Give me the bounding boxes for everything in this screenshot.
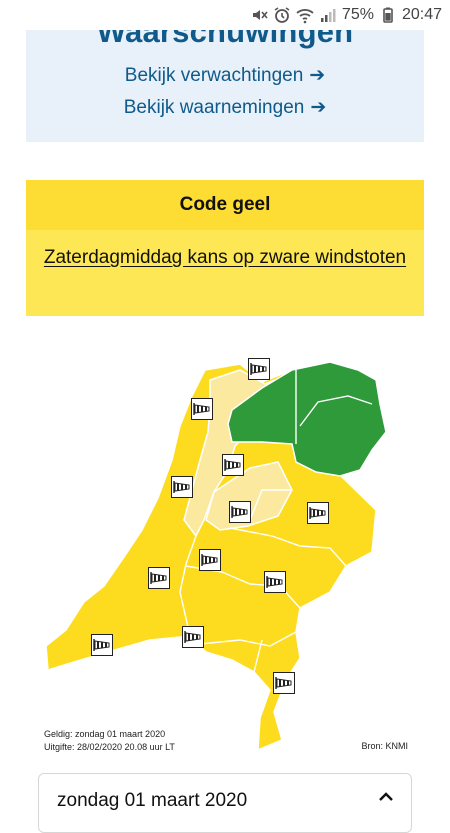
warning-map[interactable] [0, 340, 450, 760]
windsock-icon[interactable] [91, 634, 113, 656]
battery-percentage: 75% [341, 6, 374, 23]
arrow-right-icon: ➔ [309, 65, 326, 86]
status-bar: 75% 20:47 [0, 0, 450, 30]
chevron-up-icon[interactable] [377, 788, 395, 806]
windsock-icon[interactable] [273, 672, 295, 694]
warning-code-label: Code geel [26, 180, 424, 230]
date-selector[interactable]: zondag 01 maart 2020 [38, 773, 412, 833]
wifi-icon [296, 6, 314, 24]
windsock-icon[interactable] [229, 501, 251, 523]
windsock-icon[interactable] [171, 476, 193, 498]
warning-description-link[interactable]: Zaterdagmiddag kans op zware windstoten [26, 230, 424, 316]
alarm-icon [273, 6, 291, 24]
map-source: Bron: KNMI [361, 741, 408, 751]
forecast-link[interactable]: Bekijk verwachtingen ➔ [26, 64, 424, 87]
windsock-icon[interactable] [222, 454, 244, 476]
battery-icon [379, 6, 397, 24]
netherlands-map-svg [45, 361, 387, 752]
windsock-icon[interactable] [182, 626, 204, 648]
map-issued-date: Uitgifte: 28/02/2020 20.08 uur LT [44, 742, 175, 752]
warning-card: Code geel Zaterdagmiddag kans op zware w… [26, 180, 424, 316]
observations-link[interactable]: Bekijk waarnemingen ➔ [26, 96, 424, 119]
windsock-icon[interactable] [307, 502, 329, 524]
forecast-link-label: Bekijk verwachtingen [124, 65, 304, 86]
map-valid-date: Geldig: zondag 01 maart 2020 [44, 729, 166, 739]
date-selector-label: zondag 01 maart 2020 [57, 790, 248, 811]
windsock-icon[interactable] [264, 571, 286, 593]
windsock-icon[interactable] [199, 549, 221, 571]
clock: 20:47 [401, 6, 442, 23]
warning-description: Zaterdagmiddag kans op zware windstoten [43, 247, 407, 268]
windsock-icon[interactable] [248, 358, 270, 380]
signal-icon [319, 6, 337, 24]
observations-link-label: Bekijk waarnemingen [123, 97, 305, 118]
arrow-right-icon: ➔ [310, 97, 327, 118]
windsock-icon[interactable] [191, 398, 213, 420]
mute-icon [250, 6, 268, 24]
map-validity: Geldig: zondag 01 maart 2020 Uitgifte: 2… [44, 728, 175, 754]
windsock-icon[interactable] [148, 567, 170, 589]
